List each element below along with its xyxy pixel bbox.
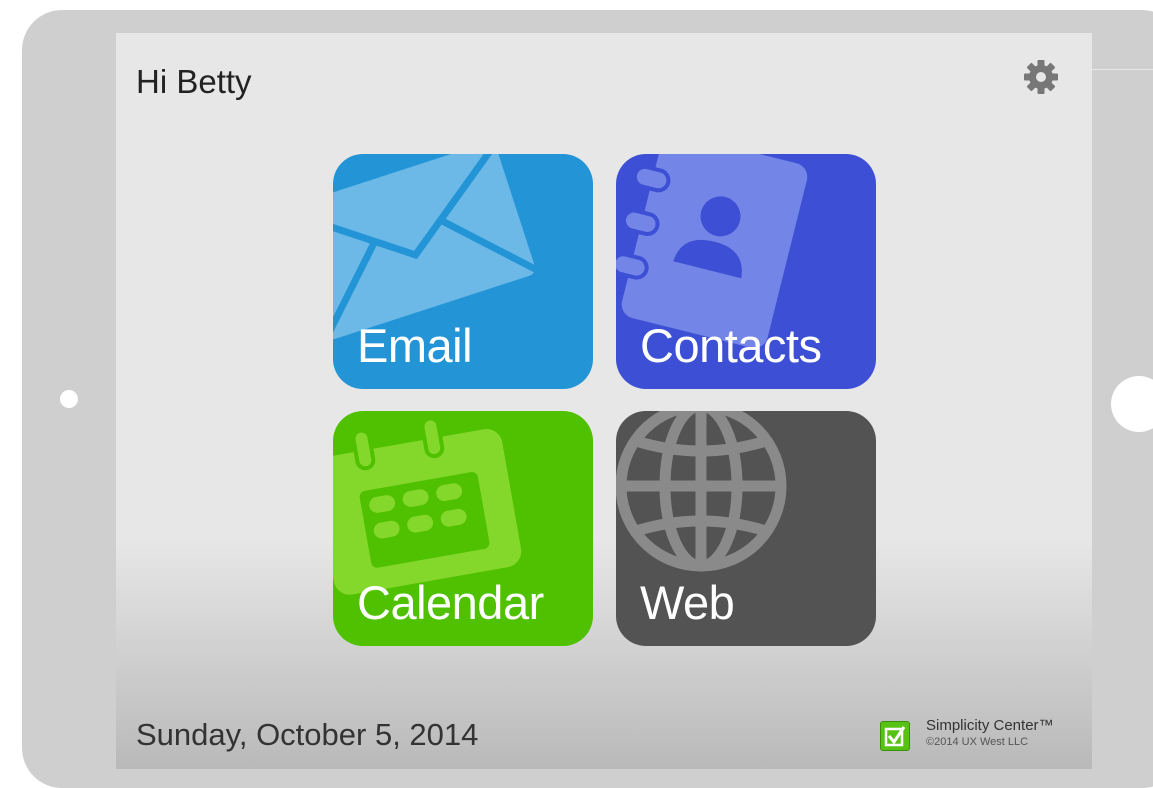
calendar-tile[interactable]: Calendar — [333, 411, 593, 646]
email-tile[interactable]: Email — [333, 154, 593, 389]
brand-block: Simplicity Center™ ©2014 UX West LLC — [878, 713, 1088, 757]
current-date: Sunday, October 5, 2014 — [136, 717, 479, 752]
greeting-text: Hi Betty — [136, 63, 252, 100]
web-label: Web — [640, 576, 735, 629]
brand-name: Simplicity Center™ — [926, 717, 1054, 734]
settings-button[interactable] — [1021, 57, 1061, 97]
home-screen: Hi Betty Email Contacts Calendar Web Sun… — [116, 33, 1092, 769]
email-label: Email — [357, 319, 473, 372]
brand-copyright: ©2014 UX West LLC — [926, 736, 1029, 748]
camera-dot — [60, 390, 78, 408]
gear-icon — [1024, 60, 1058, 94]
contacts-label: Contacts — [640, 319, 822, 372]
calendar-label: Calendar — [357, 576, 544, 629]
contacts-tile[interactable]: Contacts — [616, 154, 876, 389]
checkbox-logo-icon — [880, 721, 910, 751]
web-tile[interactable]: Web — [616, 411, 876, 646]
